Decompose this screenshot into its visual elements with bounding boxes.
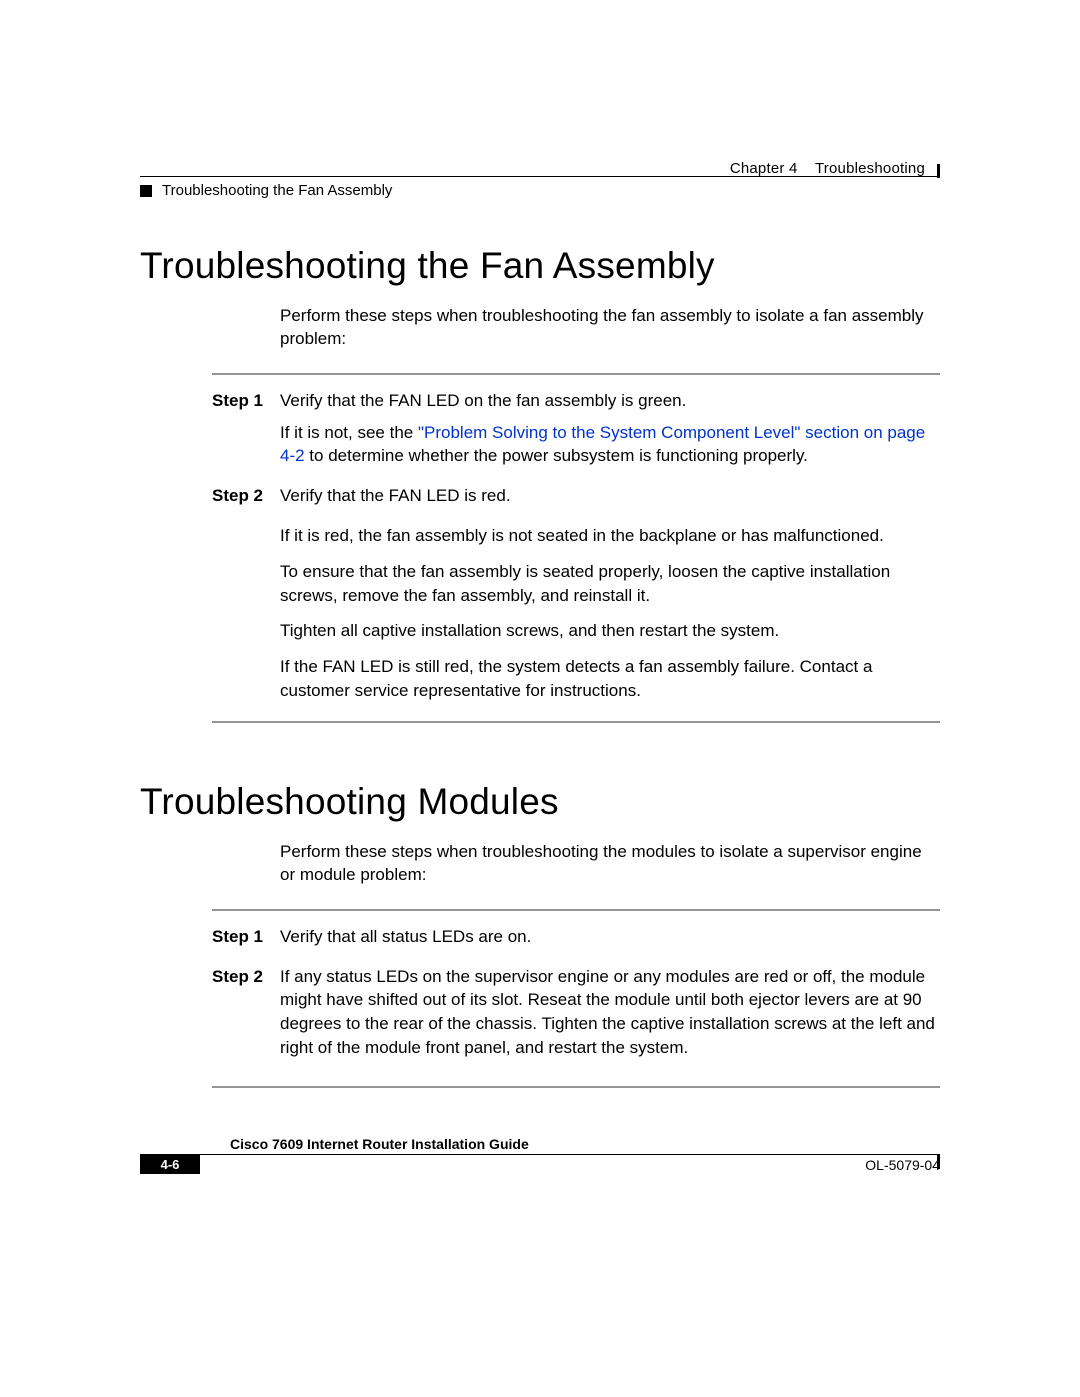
footer-end-tick <box>937 1155 940 1169</box>
fan-rule-top <box>212 373 940 375</box>
footer-page-number: 4-6 <box>140 1154 200 1174</box>
modules-step1-line1: Verify that all status LEDs are on. <box>280 925 940 949</box>
fan-substeps: If it is red, the fan assembly is not se… <box>280 524 940 703</box>
modules-step-1: Step 1 Verify that all status LEDs are o… <box>212 925 940 957</box>
header-section-wrap: Troubleshooting the Fan Assembly <box>140 182 392 199</box>
fan-sub-p4: If the FAN LED is still red, the system … <box>280 655 940 703</box>
footer-book-title: Cisco 7609 Internet Router Installation … <box>230 1136 940 1152</box>
fan-step1-line1: Verify that the FAN LED on the fan assem… <box>280 389 940 413</box>
text: If it is not, see the <box>280 423 418 442</box>
step-body: Verify that the FAN LED is red. <box>280 484 940 516</box>
section-modules: Troubleshooting Modules Perform these st… <box>140 781 940 1088</box>
fan-steps: Step 1 Verify that the FAN LED on the fa… <box>212 389 940 516</box>
chapter-label: Chapter 4 <box>730 160 798 177</box>
fan-sub-p2: To ensure that the fan assembly is seate… <box>280 560 940 608</box>
content: Troubleshooting the Fan Assembly Perform… <box>140 245 940 1088</box>
fan-step-1: Step 1 Verify that the FAN LED on the fa… <box>212 389 940 476</box>
fan-step1-line2: If it is not, see the "Problem Solving t… <box>280 421 940 469</box>
fan-sub-p1: If it is red, the fan assembly is not se… <box>280 524 940 548</box>
fan-step-2: Step 2 Verify that the FAN LED is red. <box>212 484 940 516</box>
footer-bar: 4-6 OL-5079-04 <box>140 1154 940 1174</box>
heading-modules: Troubleshooting Modules <box>140 781 940 823</box>
text: to determine whether the power subsystem… <box>305 446 808 465</box>
fan-sub-p3: Tighten all captive installation screws,… <box>280 619 940 643</box>
footer-line: OL-5079-04 <box>200 1154 940 1174</box>
header-square-icon <box>140 185 152 197</box>
step-body: Verify that all status LEDs are on. <box>280 925 940 957</box>
footer: Cisco 7609 Internet Router Installation … <box>140 1136 940 1174</box>
header-section-title: Troubleshooting the Fan Assembly <box>162 182 392 199</box>
fan-step2-line1: Verify that the FAN LED is red. <box>280 484 940 508</box>
step-label: Step 1 <box>212 389 280 413</box>
fan-intro: Perform these steps when troubleshooting… <box>280 305 940 351</box>
modules-step2-line1: If any status LEDs on the supervisor eng… <box>280 965 940 1060</box>
modules-steps: Step 1 Verify that all status LEDs are o… <box>212 925 940 1068</box>
step-body: Verify that the FAN LED on the fan assem… <box>280 389 940 476</box>
chapter-title: Troubleshooting <box>815 160 925 177</box>
step-label: Step 2 <box>212 965 280 989</box>
modules-rule-bottom <box>212 1086 940 1088</box>
step-label: Step 1 <box>212 925 280 949</box>
fan-rule-bottom <box>212 721 940 723</box>
page: Chapter 4 Troubleshooting Troubleshootin… <box>0 0 1080 1397</box>
step-label: Step 2 <box>212 484 280 508</box>
footer-doc-id: OL-5079-04 <box>865 1157 940 1173</box>
header-rule <box>140 176 940 177</box>
header-chapter: Chapter 4 Troubleshooting <box>730 160 925 177</box>
step-body: If any status LEDs on the supervisor eng… <box>280 965 940 1068</box>
heading-fan-assembly: Troubleshooting the Fan Assembly <box>140 245 940 287</box>
modules-intro: Perform these steps when troubleshooting… <box>280 841 940 887</box>
modules-rule-top <box>212 909 940 911</box>
modules-step-2: Step 2 If any status LEDs on the supervi… <box>212 965 940 1068</box>
